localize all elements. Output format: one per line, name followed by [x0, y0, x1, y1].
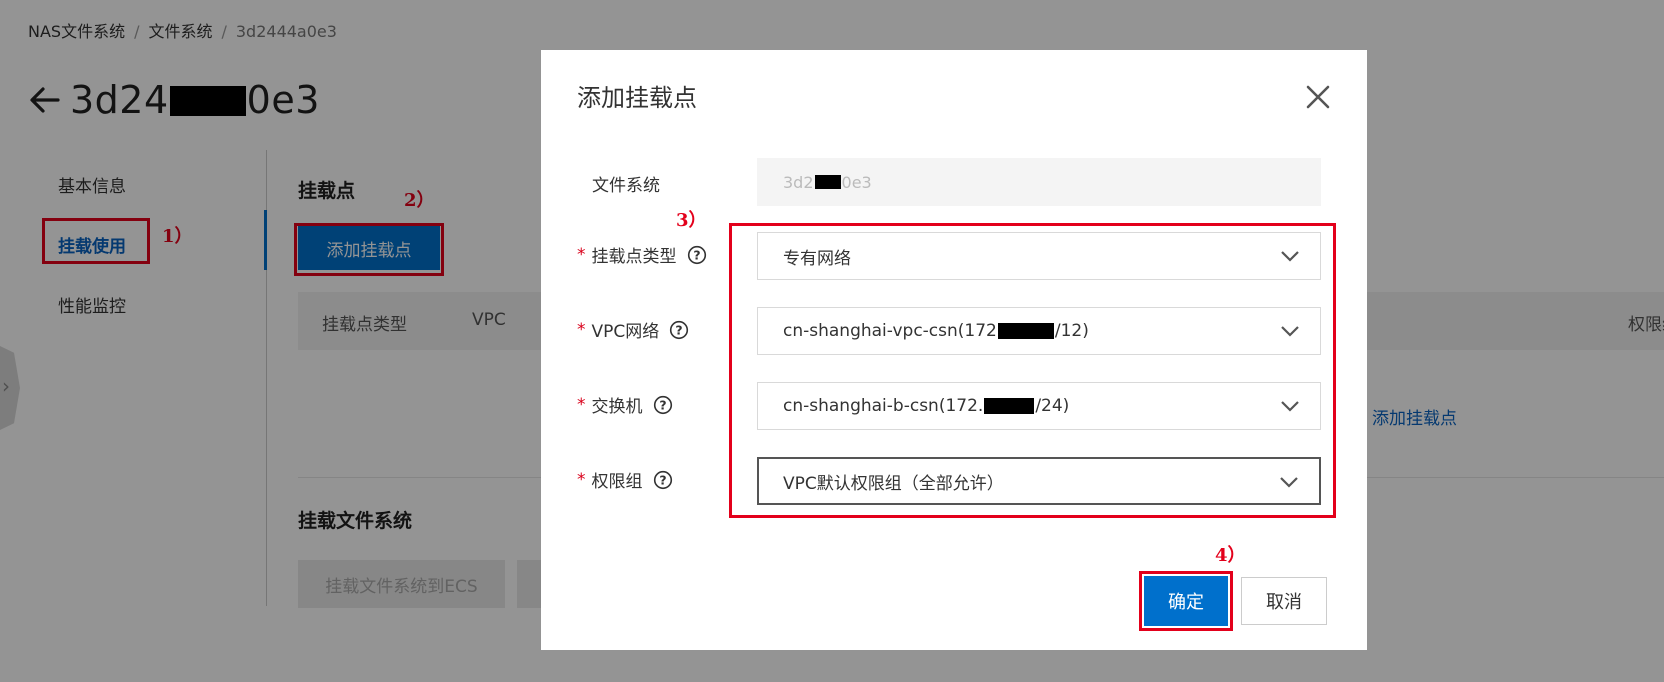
close-icon[interactable] — [1303, 82, 1333, 112]
annotation-step-4: 4） — [1215, 545, 1246, 566]
dialog-title: 添加挂载点 — [577, 84, 697, 112]
question-circle-icon[interactable]: ? — [669, 320, 689, 340]
mount-type-label: 挂载点类型 — [591, 247, 677, 267]
permission-group-label-row: * 权限组 ? — [577, 467, 673, 492]
vswitch-value-suffix: /24) — [1035, 396, 1070, 416]
question-circle-icon[interactable]: ? — [687, 245, 707, 265]
vswitch-label-row: * 交换机 ? — [577, 392, 673, 417]
required-marker: * — [577, 244, 586, 265]
permission-group-select[interactable]: VPC默认权限组（全部允许） — [757, 457, 1321, 505]
chevron-down-icon — [1281, 251, 1299, 262]
svg-text:?: ? — [693, 247, 700, 262]
chevron-down-icon — [1281, 326, 1299, 337]
vpc-label: VPC网络 — [591, 322, 660, 342]
mount-type-label-row: * 挂载点类型 ? — [577, 242, 707, 267]
vswitch-select[interactable]: cn-shanghai-b-csn(172. /24) — [757, 382, 1321, 430]
file-system-label: 文件系统 — [592, 176, 660, 196]
required-marker: * — [577, 394, 586, 415]
cancel-button[interactable]: 取消 — [1241, 577, 1327, 625]
svg-text:?: ? — [659, 397, 666, 412]
vpc-value-suffix: /12) — [1054, 321, 1089, 341]
file-system-value-suffix: 0e3 — [841, 172, 872, 192]
svg-text:?: ? — [676, 322, 683, 337]
svg-text:?: ? — [659, 472, 666, 487]
question-circle-icon[interactable]: ? — [653, 470, 673, 490]
redaction-block — [814, 175, 841, 189]
redaction-block — [997, 323, 1054, 339]
chevron-down-icon — [1280, 477, 1298, 488]
mount-type-select[interactable]: 专有网络 — [757, 232, 1321, 280]
file-system-value-prefix: 3d2 — [783, 172, 814, 192]
chevron-down-icon — [1281, 401, 1299, 412]
annotation-step-3: 3） — [676, 210, 707, 231]
vpc-value-prefix: cn-shanghai-vpc-csn(172 — [783, 321, 997, 341]
file-system-field: 3d2 0e3 — [757, 158, 1321, 206]
add-mount-point-dialog: 添加挂载点 文件系统 3d2 0e3 * 挂载点类型 ? 专有网络 * VPC网络 ?… — [541, 50, 1367, 650]
mount-type-value: 专有网络 — [783, 248, 851, 269]
redaction-block — [984, 398, 1035, 414]
required-marker: * — [577, 319, 586, 340]
vpc-select[interactable]: cn-shanghai-vpc-csn(172/12) — [757, 307, 1321, 355]
vpc-label-row: * VPC网络 ? — [577, 317, 689, 342]
permission-group-label: 权限组 — [591, 472, 643, 492]
permission-group-value: VPC默认权限组（全部允许） — [783, 473, 1004, 494]
question-circle-icon[interactable]: ? — [653, 395, 673, 415]
required-marker: * — [577, 469, 586, 490]
vswitch-label: 交换机 — [591, 397, 643, 417]
confirm-button[interactable]: 确定 — [1144, 576, 1228, 626]
vswitch-value-prefix: cn-shanghai-b-csn(172. — [783, 396, 984, 416]
